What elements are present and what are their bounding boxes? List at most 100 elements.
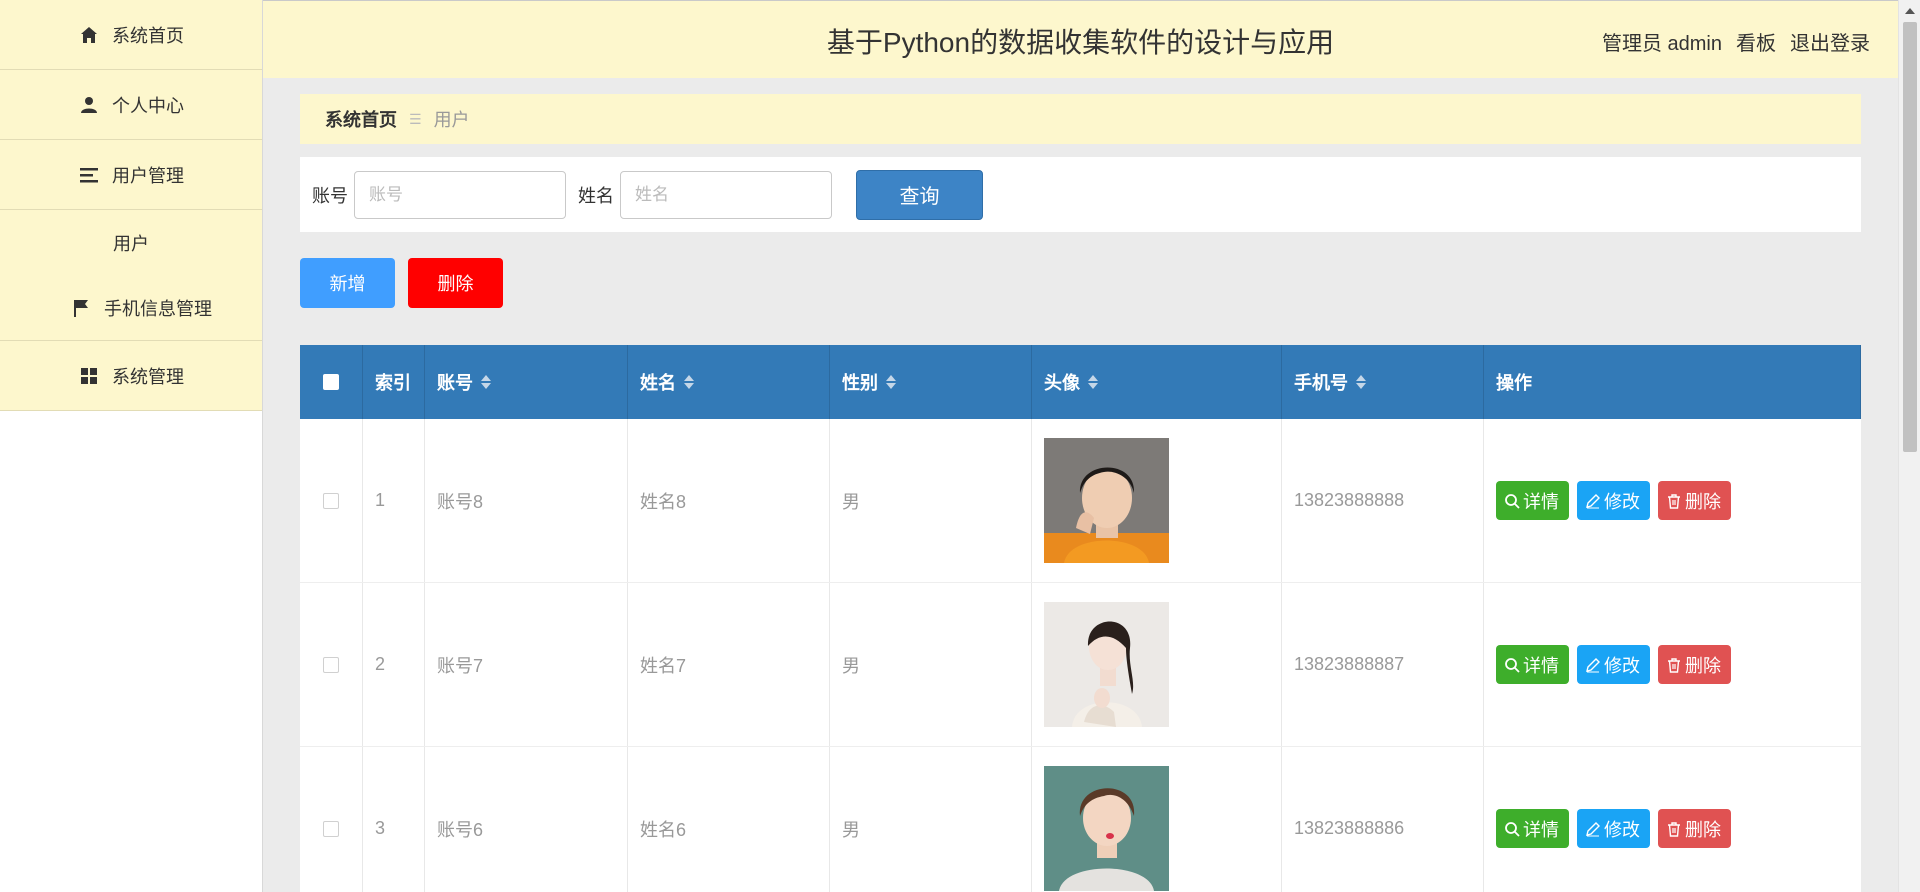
header-label: 账号: [437, 373, 473, 393]
row-actions: 详情 修改 删除: [1496, 809, 1731, 848]
action-bar: 新增 删除: [300, 258, 503, 308]
breadcrumb-home[interactable]: 系统首页: [325, 106, 397, 132]
row-checkbox-cell: [300, 583, 363, 746]
cell-account: 账号7: [425, 583, 628, 746]
sidebar-submenu: 用户 手机信息管理: [0, 210, 262, 341]
search-icon: [1505, 821, 1520, 837]
remove-button[interactable]: 删除: [1658, 645, 1731, 684]
remove-label: 删除: [1685, 491, 1721, 512]
cell-gender: 男: [830, 583, 1032, 746]
cell-phone: 13823888886: [1282, 747, 1484, 892]
detail-button[interactable]: 详情: [1496, 809, 1569, 848]
sidebar-item-personal[interactable]: 个人中心: [0, 70, 262, 140]
sidebar-item-system[interactable]: 系统管理: [0, 341, 262, 411]
detail-label: 详情: [1523, 819, 1559, 840]
flag-icon: [70, 297, 92, 319]
row-checkbox-cell: [300, 747, 363, 892]
remove-label: 删除: [1685, 819, 1721, 840]
row-actions: 详情 修改 删除: [1496, 481, 1731, 520]
row-checkbox[interactable]: [323, 656, 339, 673]
header-label: 姓名: [640, 373, 676, 393]
cell-name: 姓名8: [628, 419, 830, 582]
breadcrumb: 系统首页 ☰ 用户: [300, 94, 1861, 144]
edit-label: 修改: [1604, 819, 1640, 840]
account-label: 账号: [312, 185, 348, 206]
remove-button[interactable]: 删除: [1658, 481, 1731, 520]
sidebar-item-label: 系统首页: [112, 25, 184, 46]
edit-button[interactable]: 修改: [1577, 809, 1650, 848]
sort-icon[interactable]: [684, 375, 694, 389]
header-checkbox-cell: [300, 345, 363, 419]
sidebar-item-phone-info[interactable]: 手机信息管理: [0, 275, 262, 340]
cell-operations: 详情 修改 删除: [1484, 583, 1861, 746]
query-button[interactable]: 查询: [856, 169, 983, 220]
header-phone[interactable]: 手机号: [1282, 345, 1484, 419]
remove-label: 删除: [1685, 655, 1721, 676]
sort-icon[interactable]: [1356, 375, 1366, 389]
row-checkbox[interactable]: [323, 820, 339, 837]
remove-button[interactable]: 删除: [1658, 809, 1731, 848]
scrollbar-thumb[interactable]: [1903, 22, 1917, 452]
home-icon: [78, 24, 100, 46]
sidebar-item-label: 用户管理: [112, 165, 184, 186]
select-all-checkbox[interactable]: [323, 374, 339, 390]
header-label: 手机号: [1294, 373, 1348, 393]
name-label: 姓名: [578, 185, 614, 206]
pencil-icon: [1586, 657, 1600, 672]
cell-avatar: [1032, 419, 1282, 582]
detail-button[interactable]: 详情: [1496, 645, 1569, 684]
edit-label: 修改: [1604, 655, 1640, 676]
header-label: 操作: [1496, 373, 1532, 393]
table-row: 2 账号7 姓名7 男 13823888887 详情 修改 删除: [300, 583, 1861, 747]
table-row: 1 账号8 姓名8 男 13823888888 详情 修改 删除: [300, 419, 1861, 583]
search-icon: [1505, 493, 1520, 509]
cell-phone: 13823888888: [1282, 419, 1484, 582]
cell-account: 账号6: [425, 747, 628, 892]
name-input[interactable]: [620, 170, 832, 219]
account-input[interactable]: [354, 170, 566, 219]
header-operations: 操作: [1484, 345, 1861, 419]
trash-icon: [1668, 657, 1680, 673]
table-header: 索引 账号 姓名 性别 头像 手机号 操作: [300, 345, 1861, 419]
table-row: 3 账号6 姓名6 男 13823888886 详情 修改 删除: [300, 747, 1861, 892]
cell-index: 1: [363, 419, 425, 582]
delete-button[interactable]: 删除: [408, 258, 503, 308]
sidebar-item-user[interactable]: 用户: [0, 210, 262, 275]
edit-button[interactable]: 修改: [1577, 645, 1650, 684]
sidebar-item-label: 用户: [113, 233, 149, 254]
detail-label: 详情: [1523, 655, 1559, 676]
cell-phone: 13823888887: [1282, 583, 1484, 746]
pencil-icon: [1586, 821, 1600, 836]
avatar: [1044, 602, 1169, 727]
cell-gender: 男: [830, 419, 1032, 582]
cell-gender: 男: [830, 747, 1032, 892]
cell-avatar: [1032, 747, 1282, 892]
vertical-scrollbar[interactable]: [1898, 0, 1920, 892]
detail-label: 详情: [1523, 491, 1559, 512]
grid-icon: [78, 365, 100, 387]
user-icon: [78, 94, 100, 116]
header-gender[interactable]: 性别: [830, 345, 1032, 419]
edit-button[interactable]: 修改: [1577, 481, 1650, 520]
header-account[interactable]: 账号: [425, 345, 628, 419]
scroll-up-arrow-icon[interactable]: [1905, 8, 1915, 14]
sidebar-item-label: 系统管理: [112, 366, 184, 387]
sort-icon[interactable]: [886, 375, 896, 389]
cell-name: 姓名6: [628, 747, 830, 892]
sidebar-item-home[interactable]: 系统首页: [0, 0, 262, 70]
sidebar-item-label: 手机信息管理: [104, 298, 212, 319]
header-avatar[interactable]: 头像: [1032, 345, 1282, 419]
header-index: 索引: [363, 345, 425, 419]
dashboard-link[interactable]: 看板: [1736, 27, 1776, 56]
header-name[interactable]: 姓名: [628, 345, 830, 419]
add-button[interactable]: 新增: [300, 258, 395, 308]
header-label: 性别: [842, 373, 878, 393]
logout-link[interactable]: 退出登录: [1790, 27, 1870, 56]
detail-button[interactable]: 详情: [1496, 481, 1569, 520]
row-checkbox[interactable]: [323, 492, 339, 509]
header-label: 头像: [1044, 373, 1080, 393]
search-icon: [1505, 657, 1520, 673]
sort-icon[interactable]: [481, 375, 491, 389]
sort-icon[interactable]: [1088, 375, 1098, 389]
sidebar-item-user-management[interactable]: 用户管理: [0, 140, 262, 210]
